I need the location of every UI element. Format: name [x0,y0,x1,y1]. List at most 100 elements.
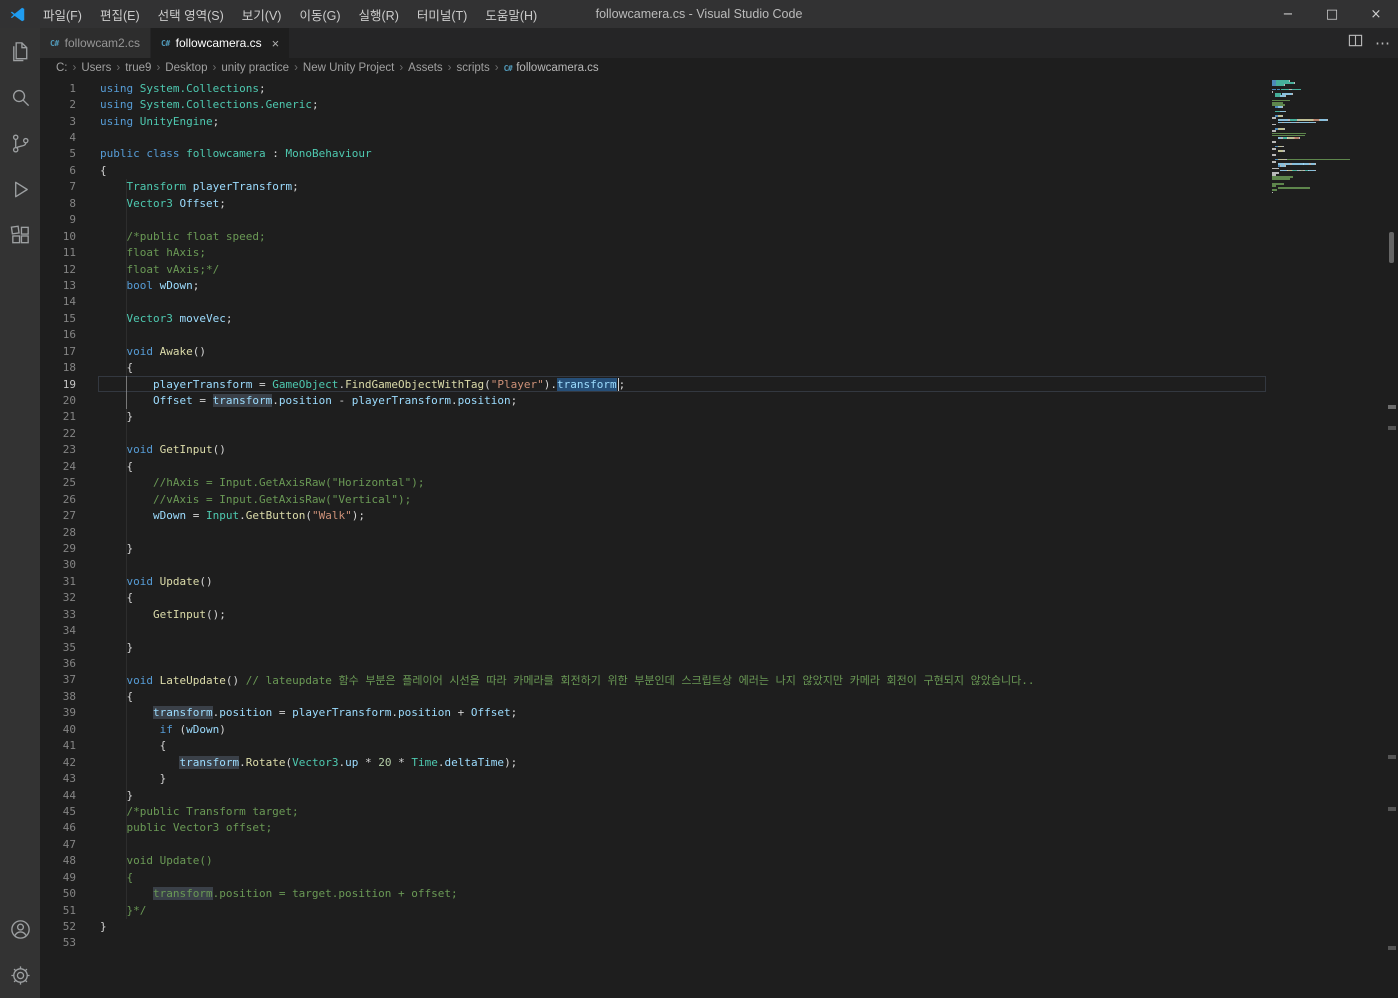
line-number[interactable]: 41 [40,739,76,752]
line-number[interactable]: 4 [40,131,76,144]
code-line[interactable]: 38 { [40,688,1398,704]
breadcrumb-item-drive[interactable]: C: [56,62,68,74]
menu-item-selection[interactable]: 선택 영역(S) [149,0,233,28]
code-line[interactable]: 45 /*public Transform target; [40,803,1398,819]
breadcrumb-item-true9[interactable]: true9 [125,62,151,74]
code-line[interactable]: 41 { [40,738,1398,754]
code-line[interactable]: 1 using System.Collections; [40,80,1398,96]
code-line[interactable]: 43 } [40,770,1398,786]
code-line[interactable]: 13 bool wDown; [40,277,1398,293]
code-line[interactable]: 11 float hAxis; [40,244,1398,260]
menu-item-terminal[interactable]: 터미널(T) [408,0,476,28]
code-line[interactable]: 33 GetInput(); [40,606,1398,622]
breadcrumb-item-new-unity-project[interactable]: New Unity Project [303,62,394,74]
account-icon[interactable] [0,906,40,952]
code-line[interactable]: 21 } [40,409,1398,425]
code-line[interactable]: 28 [40,524,1398,540]
line-number[interactable]: 11 [40,246,76,259]
line-number[interactable]: 13 [40,279,76,292]
code-line[interactable]: 32 { [40,590,1398,606]
scrollbar[interactable] [1384,78,1398,998]
line-number[interactable]: 45 [40,805,76,818]
menu-item-help[interactable]: 도움말(H) [476,0,546,28]
menu-item-run[interactable]: 실행(R) [350,0,408,28]
line-number[interactable]: 31 [40,575,76,588]
line-number[interactable]: 6 [40,164,76,177]
line-number[interactable]: 44 [40,789,76,802]
code-line[interactable]: 30 [40,557,1398,573]
line-number[interactable]: 38 [40,690,76,703]
code-line[interactable]: 37 void LateUpdate() // lateupdate 함수 부분… [40,672,1398,688]
breadcrumb-item-file[interactable]: followcamera.cs [516,62,598,74]
code-line[interactable]: 50 transform.position = target.position … [40,885,1398,901]
line-number[interactable]: 50 [40,887,76,900]
code-line[interactable]: 15 Vector3 moveVec; [40,310,1398,326]
line-number[interactable]: 16 [40,328,76,341]
line-number[interactable]: 1 [40,82,76,95]
line-number[interactable]: 53 [40,936,76,949]
line-number[interactable]: 43 [40,772,76,785]
source-control-icon[interactable] [0,120,40,166]
line-number[interactable]: 46 [40,821,76,834]
line-number[interactable]: 30 [40,558,76,571]
code-line[interactable]: 19 playerTransform = GameObject.FindGame… [40,375,1398,393]
code-line[interactable]: 22 [40,425,1398,441]
code-line[interactable]: 36 [40,655,1398,671]
line-number[interactable]: 22 [40,427,76,440]
line-number[interactable]: 19 [40,378,76,391]
line-number[interactable]: 21 [40,410,76,423]
tab-followcamera[interactable]: C# followcamera.cs × [151,28,291,58]
line-number[interactable]: 10 [40,230,76,243]
line-number[interactable]: 32 [40,591,76,604]
line-number[interactable]: 5 [40,147,76,160]
code-line[interactable]: 4 [40,129,1398,145]
line-number[interactable]: 3 [40,115,76,128]
code-line[interactable]: 25 //hAxis = Input.GetAxisRaw("Horizonta… [40,475,1398,491]
line-number[interactable]: 18 [40,361,76,374]
line-number[interactable]: 39 [40,706,76,719]
code-line[interactable]: 23 void GetInput() [40,442,1398,458]
line-number[interactable]: 27 [40,509,76,522]
settings-gear-icon[interactable] [0,952,40,998]
code-line[interactable]: 2 using System.Collections.Generic; [40,96,1398,112]
split-editor-icon[interactable] [1348,33,1363,53]
line-number[interactable]: 48 [40,854,76,867]
line-number[interactable]: 49 [40,871,76,884]
code-line[interactable]: 9 [40,212,1398,228]
code-line[interactable]: 48 void Update() [40,853,1398,869]
code-line[interactable]: 12 float vAxis;*/ [40,261,1398,277]
code-line[interactable]: 40 if (wDown) [40,721,1398,737]
code-line[interactable]: 5 public class followcamera : MonoBehavio… [40,146,1398,162]
line-number[interactable]: 23 [40,443,76,456]
code-line[interactable]: 3 using UnityEngine; [40,113,1398,129]
line-number[interactable]: 47 [40,838,76,851]
code-line[interactable]: 16 [40,327,1398,343]
code-line[interactable]: 35 } [40,639,1398,655]
code-line[interactable]: 26 //vAxis = Input.GetAxisRaw("Vertical"… [40,491,1398,507]
minimize-button[interactable]: − [1266,0,1310,28]
line-number[interactable]: 40 [40,723,76,736]
extensions-icon[interactable] [0,212,40,258]
code-line[interactable]: 34 [40,622,1398,638]
line-number[interactable]: 51 [40,904,76,917]
code-line[interactable]: 46 public Vector3 offset; [40,820,1398,836]
code-line[interactable]: 53 [40,935,1398,951]
code-line[interactable]: 24 { [40,458,1398,474]
breadcrumb-item-users[interactable]: Users [81,62,111,74]
line-number[interactable]: 14 [40,295,76,308]
line-number[interactable]: 37 [40,673,76,686]
code-line[interactable]: 7 Transform playerTransform; [40,179,1398,195]
close-tab-icon[interactable]: × [272,36,280,51]
code-line[interactable]: 47 [40,836,1398,852]
line-number[interactable]: 8 [40,197,76,210]
line-number[interactable]: 52 [40,920,76,933]
search-icon[interactable] [0,74,40,120]
breadcrumb-item-unity-practice[interactable]: unity practice [221,62,289,74]
line-number[interactable]: 2 [40,98,76,111]
editor[interactable]: 1 using System.Collections; 2 using System.… [40,78,1398,998]
close-button[interactable]: × [1354,0,1398,28]
breadcrumb-item-assets[interactable]: Assets [408,62,443,74]
line-number[interactable]: 36 [40,657,76,670]
line-number[interactable]: 35 [40,641,76,654]
scrollbar-thumb[interactable] [1389,232,1394,263]
